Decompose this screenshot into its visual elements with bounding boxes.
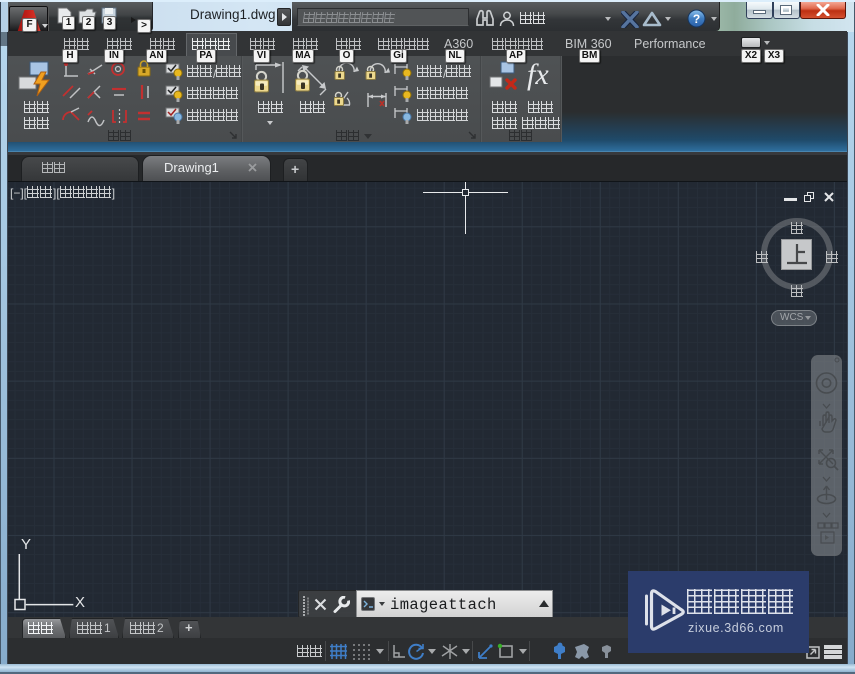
svg-text:Y: Y <box>21 536 31 553</box>
svg-text:?: ? <box>693 12 700 26</box>
svg-text:X: X <box>75 594 85 611</box>
